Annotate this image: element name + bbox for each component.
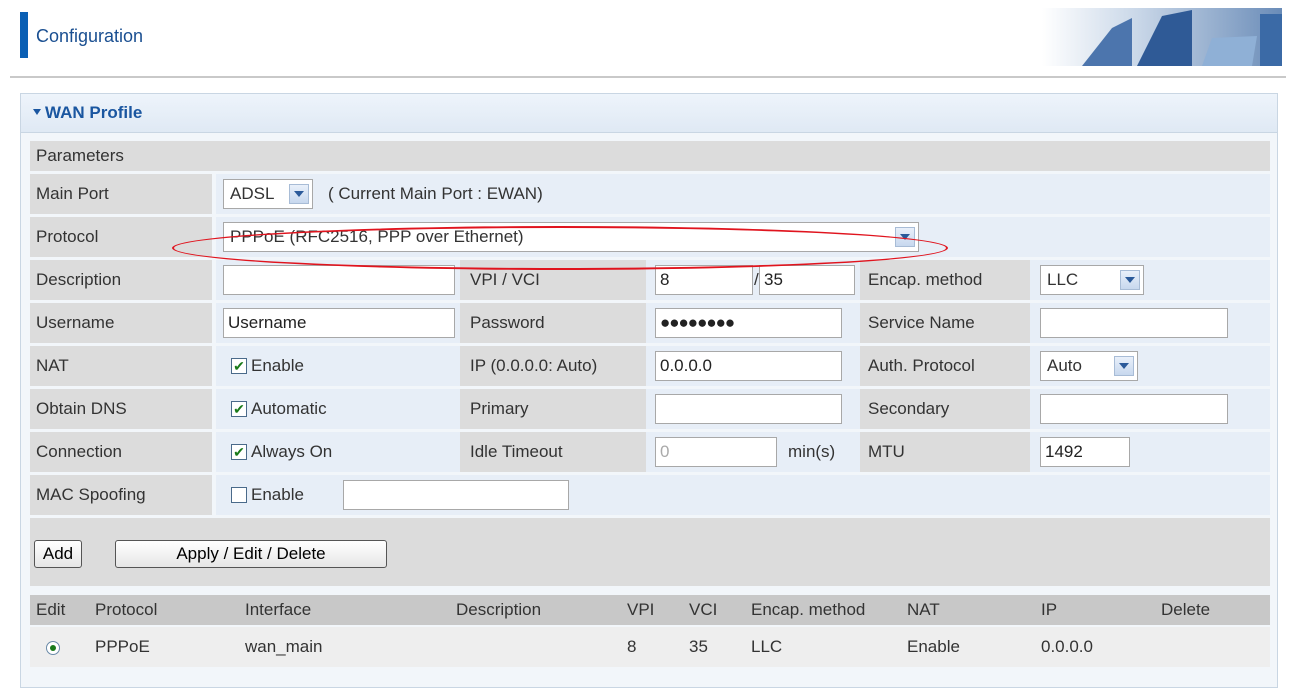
connection-label: Connection — [36, 442, 123, 461]
password-input[interactable] — [655, 308, 842, 338]
parameters-heading: Parameters — [36, 146, 124, 165]
add-button[interactable]: Add — [34, 540, 82, 568]
mac-spoofing-label: MAC Spoofing — [36, 485, 146, 504]
edit-radio[interactable] — [46, 641, 60, 655]
nat-option-label: Enable — [251, 356, 304, 375]
page-header: Configuration — [10, 0, 1286, 78]
column-header-vpi: VPI — [627, 600, 655, 619]
main-port-value: ADSL — [230, 184, 275, 203]
row-ip: 0.0.0.0 — [1041, 637, 1093, 656]
parameters-heading-row: Parameters — [30, 141, 1270, 171]
always-on-checkbox[interactable]: ✔ — [231, 444, 247, 460]
auth-protocol-select[interactable]: Auto — [1040, 351, 1138, 381]
username-label: Username — [36, 313, 115, 332]
encap-method-label: Encap. method — [868, 270, 983, 289]
username-row: Username Password Service Name — [30, 303, 1270, 343]
column-header-delete: Delete — [1161, 600, 1211, 619]
column-header-interface: Interface — [245, 600, 312, 619]
primary-dns-input[interactable] — [655, 394, 842, 424]
column-header-encap: Encap. method — [751, 600, 866, 619]
nat-label: NAT — [36, 356, 69, 375]
wan-profile-title: WAN Profile — [45, 103, 143, 122]
header-banner-image — [1042, 8, 1282, 66]
idle-timeout-input[interactable] — [655, 437, 777, 467]
action-bar: Add Apply / Edit / Delete — [30, 518, 1270, 586]
chevron-down-icon — [289, 184, 309, 204]
encap-method-value: LLC — [1047, 270, 1079, 289]
row-vpi: 8 — [627, 637, 637, 656]
username-input[interactable] — [223, 308, 455, 338]
idle-timeout-label: Idle Timeout — [470, 442, 563, 461]
secondary-dns-label: Secondary — [868, 399, 950, 418]
description-label: Description — [36, 270, 122, 289]
description-input[interactable] — [223, 265, 455, 295]
main-port-select[interactable]: ADSL — [223, 179, 313, 209]
nat-row: NAT ✔ Enable IP (0.0.0.0: Auto) Auth. Pr… — [30, 346, 1270, 386]
idle-timeout-unit: min(s) — [788, 442, 836, 461]
mac-spoofing-row: MAC Spoofing Enable — [30, 475, 1270, 515]
secondary-dns-input[interactable] — [1040, 394, 1228, 424]
mac-address-input[interactable] — [343, 480, 569, 510]
apply-edit-delete-button[interactable]: Apply / Edit / Delete — [115, 540, 387, 568]
column-header-ip: IP — [1041, 600, 1058, 619]
column-header-description: Description — [456, 600, 542, 619]
auth-protocol-label: Auth. Protocol — [868, 356, 975, 375]
page-title: Configuration — [36, 26, 144, 46]
always-on-label: Always On — [251, 442, 333, 461]
row-vci: 35 — [689, 637, 708, 656]
obtain-dns-option-label: Automatic — [251, 399, 327, 418]
ip-input[interactable] — [655, 351, 842, 381]
obtain-dns-label: Obtain DNS — [36, 399, 127, 418]
wan-profile-panel: WAN Profile Parameters Main Port ADSL ( … — [20, 93, 1278, 688]
row-interface: wan_main — [245, 637, 323, 656]
row-nat: Enable — [907, 637, 960, 656]
chevron-down-icon — [1120, 270, 1140, 290]
mtu-input[interactable] — [1040, 437, 1130, 467]
column-header-vci: VCI — [689, 600, 718, 619]
password-label: Password — [470, 313, 545, 332]
service-name-input[interactable] — [1040, 308, 1228, 338]
mac-spoofing-option-label: Enable — [251, 485, 304, 504]
row-encap: LLC — [751, 637, 783, 656]
column-header-nat: NAT — [907, 600, 940, 619]
main-port-row: Main Port ADSL ( Current Main Port : EWA… — [30, 174, 1270, 214]
current-main-port-text: ( Current Main Port : EWAN) — [328, 184, 543, 203]
protocol-highlight-ellipse — [172, 226, 948, 270]
nat-checkbox[interactable]: ✔ — [231, 358, 247, 374]
ip-label: IP (0.0.0.0: Auto) — [470, 356, 598, 375]
mac-spoofing-checkbox[interactable] — [231, 487, 247, 503]
wan-profile-header[interactable]: WAN Profile — [21, 94, 1277, 133]
table-row: PPPoE wan_main 8 35 LLC Enable 0.0.0.0 — [30, 627, 1270, 667]
primary-dns-label: Primary — [470, 399, 529, 418]
connection-row: Connection ✔ Always On Idle Timeout min(… — [30, 432, 1270, 472]
mtu-label: MTU — [868, 442, 905, 461]
vpi-vci-label: VPI / VCI — [470, 270, 540, 289]
header-accent-bar — [20, 12, 28, 58]
main-port-label: Main Port — [36, 184, 109, 203]
vpi-input[interactable] — [655, 265, 753, 295]
obtain-dns-checkbox[interactable]: ✔ — [231, 401, 247, 417]
collapse-arrow-icon — [33, 109, 41, 115]
chevron-down-icon — [1114, 356, 1134, 376]
column-header-protocol: Protocol — [95, 600, 158, 619]
column-header-edit: Edit — [36, 600, 66, 619]
profile-table-header: Edit Protocol Interface Description VPI … — [30, 595, 1270, 625]
service-name-label: Service Name — [868, 313, 975, 332]
auth-protocol-value: Auto — [1047, 356, 1082, 375]
obtain-dns-row: Obtain DNS ✔ Automatic Primary Secondary — [30, 389, 1270, 429]
protocol-label: Protocol — [36, 227, 99, 246]
encap-method-select[interactable]: LLC — [1040, 265, 1144, 295]
vci-input[interactable] — [759, 265, 855, 295]
row-protocol: PPPoE — [95, 637, 150, 656]
